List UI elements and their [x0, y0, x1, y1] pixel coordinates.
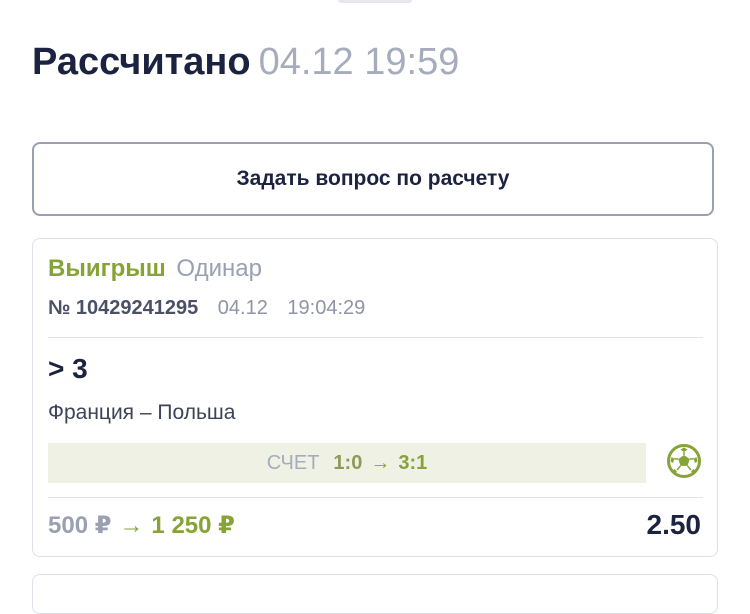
bet-selection: > 3: [48, 353, 88, 384]
sheet-drag-handle[interactable]: [338, 0, 412, 3]
payout-amount: 1 250 ₽: [151, 512, 235, 539]
bet-meta-row: № 10429241295 04.12 19:04:29: [48, 297, 365, 320]
bet-time: 19:04:29: [287, 297, 366, 319]
bet-result-label: Выигрыш: [48, 255, 166, 282]
stake-amount: 500 ₽: [48, 512, 112, 539]
divider: [48, 497, 703, 498]
soccer-ball-icon: [667, 444, 701, 478]
bet-card[interactable]: Выигрыш Одинар № 10429241295 04.12 19:04…: [32, 238, 718, 557]
settlement-datetime: 04.12 19:59: [258, 41, 460, 83]
payout-arrow-icon: →: [119, 512, 144, 539]
score-bar: СЧЕТ 1:0 → 3:1: [48, 443, 646, 483]
score-to: 3:1: [398, 451, 428, 474]
bet-result-row: Выигрыш Одинар: [48, 255, 262, 283]
score-label: СЧЕТ: [266, 451, 320, 474]
bet-type-label: Одинар: [176, 255, 262, 282]
ask-question-button[interactable]: Задать вопрос по расчету: [32, 142, 714, 216]
next-bet-card[interactable]: [32, 574, 718, 614]
settlement-status: Рассчитано: [32, 41, 251, 83]
page-title: Рассчитано 04.12 19:59: [32, 40, 459, 84]
event-name: Франция – Польша: [48, 401, 236, 424]
stake-payout-row: 500 ₽ → 1 250 ₽: [48, 511, 235, 540]
bet-odds: 2.50: [646, 509, 702, 540]
score-from: 1:0: [333, 451, 363, 474]
bet-date: 04.12: [217, 297, 268, 319]
divider: [48, 337, 703, 338]
bet-number: № 10429241295: [48, 297, 199, 319]
score-arrow-icon: →: [370, 451, 391, 474]
